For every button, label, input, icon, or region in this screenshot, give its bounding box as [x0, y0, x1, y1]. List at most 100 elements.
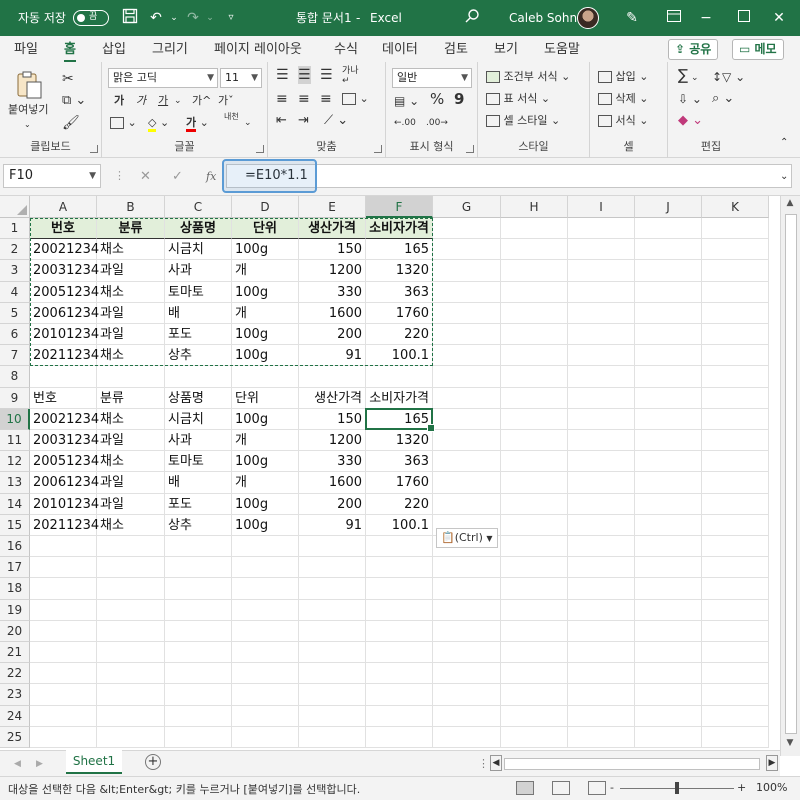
tab-home[interactable]: 홈 — [64, 40, 76, 63]
row-header-21[interactable]: 21 — [0, 642, 30, 664]
cell[interactable] — [635, 218, 702, 240]
cell[interactable] — [568, 387, 635, 409]
cell[interactable] — [97, 578, 165, 600]
column-header-k[interactable]: K — [702, 196, 769, 218]
scroll-up-icon[interactable]: ▲ — [781, 198, 799, 208]
header-cell[interactable]: 생산가격 — [299, 218, 366, 240]
data-cell[interactable]: 1320 — [366, 430, 433, 452]
cell[interactable] — [232, 536, 299, 558]
align-middle-icon[interactable]: ☰ — [298, 66, 311, 84]
align-center-icon[interactable]: ≡ — [298, 90, 310, 108]
data-cell[interactable]: 100g — [232, 493, 299, 515]
cell[interactable] — [568, 726, 635, 748]
bold-button[interactable]: 가 — [114, 92, 124, 110]
number-format-select[interactable]: 일반 ▼ — [392, 68, 472, 88]
cell[interactable] — [366, 705, 433, 727]
row-header-23[interactable]: 23 — [0, 684, 30, 706]
cell[interactable] — [702, 514, 769, 536]
cell[interactable] — [30, 705, 97, 727]
data-cell[interactable]: 363 — [366, 451, 433, 473]
zoom-level[interactable]: 100% — [756, 779, 787, 797]
vertical-scrollbar[interactable]: ▲ ▼ — [780, 196, 800, 756]
data-cell[interactable]: 100g — [232, 239, 299, 261]
column-header-b[interactable]: B — [97, 196, 165, 218]
tab-help[interactable]: 도움말 — [544, 40, 580, 60]
cell[interactable] — [165, 705, 232, 727]
cell[interactable] — [501, 493, 568, 515]
cell[interactable] — [433, 260, 501, 282]
data-cell[interactable]: 165 — [366, 239, 433, 261]
row-header-12[interactable]: 12 — [0, 451, 30, 473]
row-header-3[interactable]: 3 — [0, 260, 30, 282]
cell[interactable] — [299, 557, 366, 579]
data-cell[interactable]: 200 — [299, 324, 366, 346]
data-cell[interactable]: 채소 — [97, 239, 165, 261]
data-cell[interactable]: 100g — [232, 514, 299, 536]
data-cell[interactable]: 개 — [232, 260, 299, 282]
scroll-down-icon[interactable]: ▼ — [781, 738, 799, 748]
cell[interactable] — [568, 302, 635, 324]
cell[interactable] — [97, 684, 165, 706]
row-header-19[interactable]: 19 — [0, 599, 30, 621]
row-header-17[interactable]: 17 — [0, 557, 30, 579]
cell[interactable] — [568, 451, 635, 473]
alignment-dialog-launcher[interactable] — [374, 145, 382, 153]
data-cell[interactable]: 채소 — [97, 451, 165, 473]
cancel-icon[interactable]: ✕ — [140, 168, 151, 186]
cell[interactable] — [30, 726, 97, 748]
comments-button[interactable]: ▭ 메모 — [732, 39, 784, 60]
paste-dropdown-icon[interactable]: ⌄ — [24, 116, 31, 134]
data-cell[interactable]: 100g — [232, 281, 299, 303]
data-cell[interactable]: 100g — [232, 451, 299, 473]
row-header-25[interactable]: 25 — [0, 726, 30, 748]
cell[interactable] — [702, 557, 769, 579]
cell[interactable] — [501, 620, 568, 642]
copy-icon[interactable]: ⧉ ⌄ — [62, 92, 86, 110]
column-header-g[interactable]: G — [433, 196, 501, 218]
cell[interactable] — [97, 620, 165, 642]
header-cell[interactable]: 번호 — [30, 387, 97, 409]
header-cell[interactable]: 단위 — [232, 387, 299, 409]
cell[interactable] — [635, 663, 702, 685]
align-bottom-icon[interactable]: ☰ — [320, 66, 333, 84]
row-header-4[interactable]: 4 — [0, 281, 30, 303]
normal-view-button[interactable] — [516, 781, 534, 795]
cell[interactable] — [501, 451, 568, 473]
tab-page-layout[interactable]: 페이지 레이아웃 — [214, 40, 302, 60]
cell[interactable] — [635, 536, 702, 558]
font-name-select[interactable]: 맑은 고딕 ▼ — [108, 68, 218, 88]
cell[interactable] — [366, 620, 433, 642]
data-cell[interactable]: 1200 — [299, 430, 366, 452]
cell[interactable] — [501, 345, 568, 367]
cell[interactable] — [97, 599, 165, 621]
cell[interactable] — [568, 260, 635, 282]
cell[interactable] — [433, 599, 501, 621]
tab-view[interactable]: 보기 — [494, 40, 518, 60]
orientation-icon[interactable]: ⟋ ⌄ — [324, 112, 348, 130]
data-cell[interactable]: 100.1 — [366, 345, 433, 367]
cell[interactable] — [30, 557, 97, 579]
header-cell[interactable]: 분류 — [97, 218, 165, 240]
shrink-font-button[interactable]: 가ˇ — [218, 92, 234, 110]
cell[interactable] — [501, 472, 568, 494]
data-cell[interactable]: 200 — [299, 493, 366, 515]
format-painter-icon[interactable]: 🖌 — [62, 114, 80, 132]
name-box[interactable]: F10 ▼ — [3, 164, 101, 188]
data-cell[interactable]: 165 — [366, 408, 433, 430]
cell[interactable] — [501, 705, 568, 727]
header-cell[interactable]: 단위 — [232, 218, 299, 240]
data-cell[interactable]: 330 — [299, 281, 366, 303]
comma-button[interactable]: 9 — [454, 90, 464, 108]
cell[interactable] — [501, 260, 568, 282]
cell[interactable] — [165, 684, 232, 706]
cell[interactable] — [165, 599, 232, 621]
cell[interactable] — [433, 345, 501, 367]
cell[interactable] — [635, 514, 702, 536]
paste-options-button[interactable]: 📋(Ctrl) ▼ — [436, 528, 498, 548]
add-sheet-button[interactable]: + — [145, 754, 161, 770]
data-cell[interactable]: 토마토 — [165, 281, 232, 303]
data-cell[interactable]: 220 — [366, 493, 433, 515]
cell[interactable] — [501, 281, 568, 303]
sort-filter-icon[interactable]: ↕▽ ⌄ — [712, 68, 745, 86]
cell[interactable] — [433, 387, 501, 409]
